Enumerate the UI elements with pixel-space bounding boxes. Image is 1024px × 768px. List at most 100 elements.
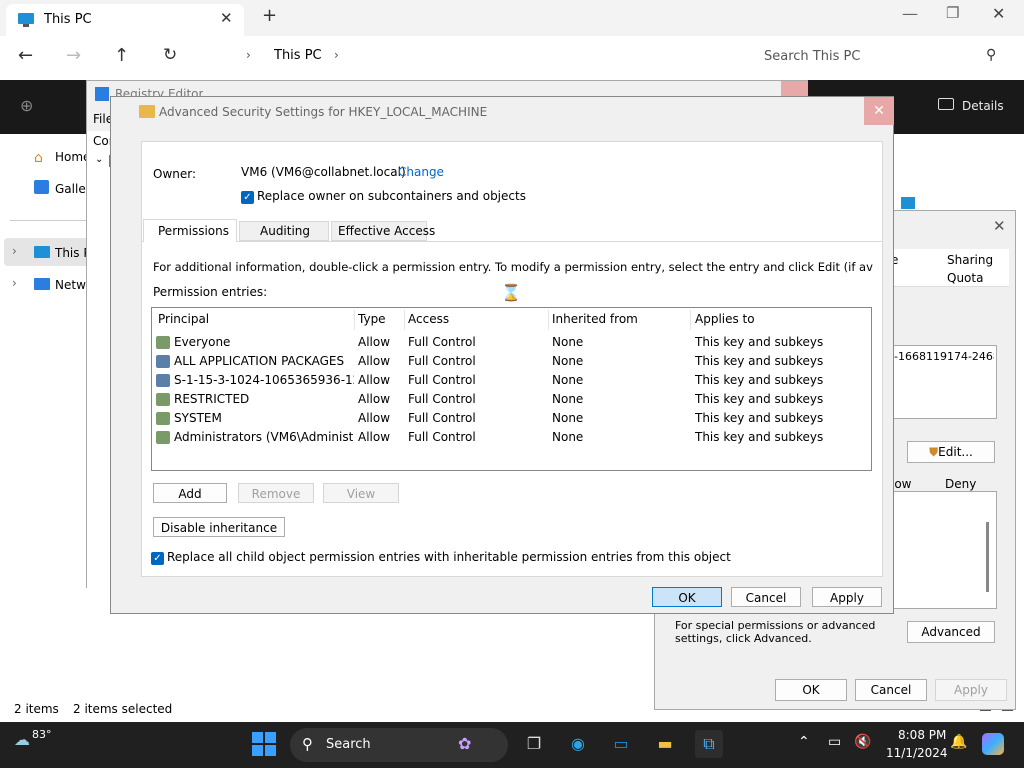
details-pane-icon[interactable]: [938, 98, 954, 110]
details-button[interactable]: Details: [962, 99, 1004, 113]
apply-button[interactable]: Apply: [812, 587, 882, 607]
address-toolbar: ← → ↑ ↻ › This PC › Search This PC ⚲: [0, 36, 1024, 80]
cell-inherited: None: [552, 430, 584, 444]
new-tab-plus-icon[interactable]: +: [262, 5, 277, 26]
column-inherited-from[interactable]: Inherited from: [552, 310, 690, 329]
cell-principal: SYSTEM: [174, 411, 222, 425]
taskbar-search-box[interactable]: ⚲ Search ✿: [290, 728, 508, 762]
owner-value: VM6 (VM6@collabnet.local): [241, 165, 406, 179]
chevron-down-icon[interactable]: ⌄: [95, 154, 103, 165]
search-input[interactable]: Search This PC: [764, 49, 860, 64]
close-window-icon[interactable]: ✕: [992, 4, 1005, 23]
scrollbar[interactable]: [986, 522, 989, 592]
ok-button[interactable]: OK: [652, 587, 722, 607]
monitor-app-icon[interactable]: ▭: [607, 730, 635, 758]
cell-inherited: None: [552, 335, 584, 349]
clock-date[interactable]: 11/1/2024: [886, 746, 948, 760]
weather-cloud-icon[interactable]: ☁: [14, 730, 30, 749]
advanced-button[interactable]: Advanced: [907, 621, 995, 643]
change-owner-link[interactable]: Change: [398, 165, 444, 179]
clock-time[interactable]: 8:08 PM: [898, 728, 946, 742]
up-arrow-icon[interactable]: ↑: [114, 45, 129, 66]
cell-inherited: None: [552, 411, 584, 425]
permission-entries-list[interactable]: Principal Type Access Inherited from App…: [151, 307, 872, 471]
edit-button[interactable]: ⛊Edit...: [907, 441, 995, 463]
tab-effective-access[interactable]: Effective Access: [331, 221, 435, 241]
cancel-button[interactable]: Cancel: [855, 679, 927, 701]
chevron-up-icon[interactable]: ⌃: [798, 734, 810, 750]
tab-bar: This PC ✕ + — ❐ ✕: [0, 0, 1024, 36]
replace-owner-checkbox[interactable]: ✓: [241, 191, 254, 204]
users-icon: [156, 393, 170, 406]
column-access[interactable]: Access: [408, 310, 548, 329]
remove-button[interactable]: Remove: [238, 483, 314, 503]
search-icon[interactable]: ⚲: [986, 47, 996, 63]
task-view-icon[interactable]: ❐: [520, 730, 548, 758]
table-row[interactable]: ALL APPLICATION PACKAGES Allow Full Contro…: [152, 352, 871, 371]
table-row[interactable]: SYSTEM Allow Full Control None This key and …: [152, 409, 871, 428]
file-explorer-icon[interactable]: ▬: [651, 730, 679, 758]
volume-muted-icon[interactable]: 🔇: [854, 734, 871, 750]
group-list[interactable]: -1668119174-2468...: [889, 345, 997, 419]
notification-bell-icon[interactable]: 🔔: [950, 734, 967, 750]
tab-auditing[interactable]: Auditing: [239, 221, 329, 241]
cell-access: Full Control: [408, 430, 476, 444]
cell-applies: This key and subkeys: [695, 335, 824, 349]
cell-type: Allow: [358, 373, 391, 387]
search-icon: ⚲: [302, 735, 313, 753]
edge-browser-icon[interactable]: ◉: [564, 730, 592, 758]
nav-divider: [10, 220, 92, 221]
cell-access: Full Control: [408, 335, 476, 349]
windows-start-icon[interactable]: [252, 732, 276, 756]
refresh-icon[interactable]: ↻: [163, 45, 177, 65]
column-type[interactable]: Type: [358, 310, 404, 329]
special-permissions-text: For special permissions or advanced sett…: [675, 619, 876, 645]
view-button[interactable]: View: [323, 483, 399, 503]
search-box[interactable]: Search This PC ⚲: [748, 40, 1016, 74]
allow-header: low: [891, 477, 912, 491]
cell-applies: This key and subkeys: [695, 392, 824, 406]
tree-pane[interactable]: ⌄: [87, 151, 123, 589]
search-highlight-icon: ✿: [458, 734, 472, 753]
restore-icon[interactable]: ❐: [946, 4, 959, 22]
cancel-button[interactable]: Cancel: [731, 587, 801, 607]
breadcrumb-chevron-icon[interactable]: ›: [334, 48, 339, 62]
ok-button[interactable]: OK: [775, 679, 847, 701]
disable-inheritance-button[interactable]: Disable inheritance: [153, 517, 285, 537]
tab-quota[interactable]: Quota: [947, 271, 983, 285]
tab-sharing[interactable]: Sharing: [947, 253, 993, 267]
registry-icon: [95, 87, 109, 101]
copilot-icon[interactable]: [982, 733, 1004, 755]
table-row[interactable]: RESTRICTED Allow Full Control None This key …: [152, 390, 871, 409]
chevron-right-icon[interactable]: ›: [12, 244, 17, 258]
apply-button[interactable]: Apply: [935, 679, 1007, 701]
forward-arrow-icon[interactable]: →: [66, 45, 81, 66]
table-row[interactable]: S-1-15-3-1024-1065365936-1281... Allow Ful…: [152, 371, 871, 390]
registry-editor-taskbar-icon[interactable]: ⧉: [695, 730, 723, 758]
folder-tab-icon: [901, 197, 915, 209]
table-row[interactable]: Everyone Allow Full Control None This key an…: [152, 333, 871, 352]
address-bar[interactable]: › This PC ›: [200, 40, 736, 74]
weather-temp[interactable]: 83°: [32, 728, 52, 741]
breadcrumb[interactable]: This PC: [274, 48, 322, 63]
close-tab-icon[interactable]: ✕: [220, 9, 233, 27]
cell-principal: RESTRICTED: [174, 392, 250, 406]
new-plus-icon[interactable]: ⊕: [20, 96, 33, 115]
network-status-icon[interactable]: ▭: [828, 734, 841, 750]
tab-this-pc[interactable]: This PC ✕: [6, 4, 244, 36]
table-row[interactable]: Administrators (VM6\Administr... Allow Ful…: [152, 428, 871, 447]
users-icon: [156, 412, 170, 425]
close-button[interactable]: ✕: [864, 97, 894, 125]
column-principal[interactable]: Principal: [158, 310, 354, 329]
tab-permissions[interactable]: Permissions: [143, 219, 237, 242]
advanced-security-dialog: Advanced Security Settings for HKEY_LOCA…: [110, 96, 894, 614]
replace-child-checkbox[interactable]: ✓: [151, 552, 164, 565]
cell-access: Full Control: [408, 373, 476, 387]
permissions-list[interactable]: [889, 491, 997, 609]
chevron-right-icon[interactable]: ›: [12, 276, 17, 290]
column-applies-to[interactable]: Applies to: [695, 310, 871, 329]
add-button[interactable]: Add: [153, 483, 227, 503]
close-icon[interactable]: ✕: [993, 217, 1006, 235]
back-arrow-icon[interactable]: ←: [18, 45, 33, 66]
minimize-icon[interactable]: —: [902, 4, 918, 23]
